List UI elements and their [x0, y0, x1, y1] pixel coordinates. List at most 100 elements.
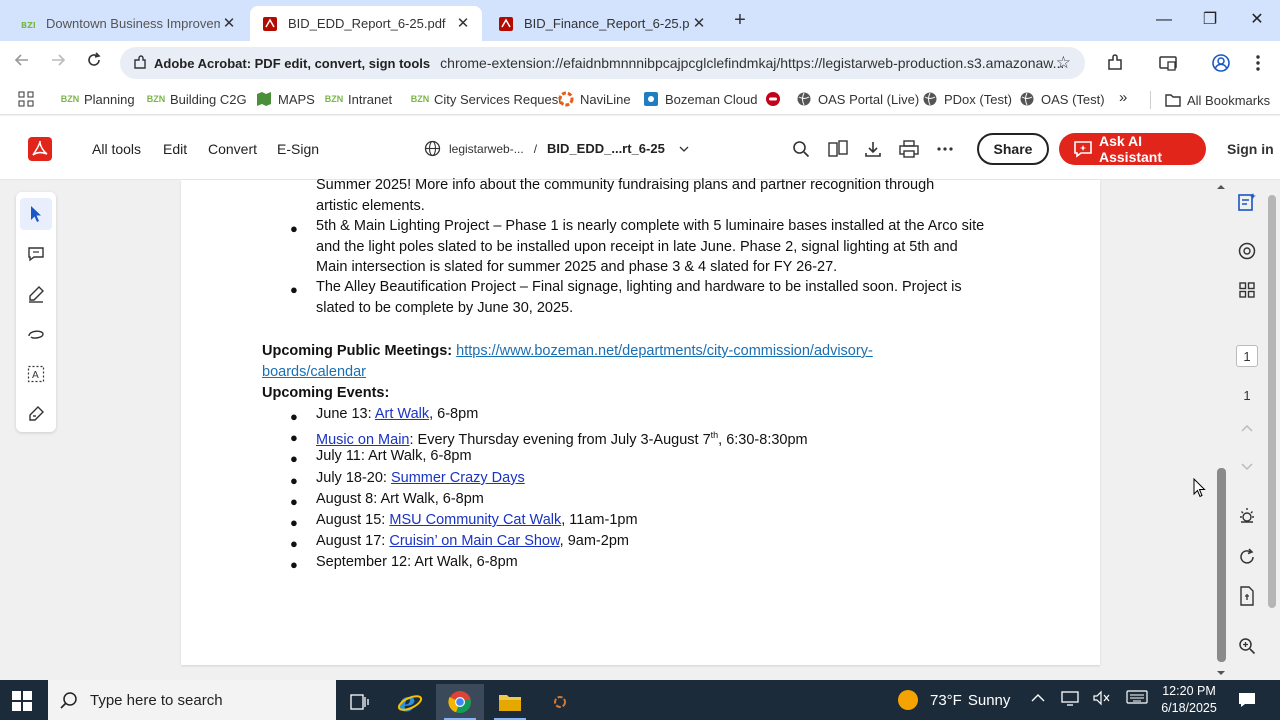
clock-time: 12:20 PM [1162, 684, 1216, 698]
bookmark-red-circle[interactable] [765, 91, 787, 107]
bookmark-oas-test[interactable]: OAS (Test) [1019, 91, 1105, 107]
scroll-down-arrow-icon [1217, 671, 1225, 675]
bzn-icon: BZN [60, 94, 80, 104]
bookmark-star-icon[interactable]: ☆ [1056, 53, 1071, 73]
menu-dots-icon[interactable] [1247, 52, 1269, 74]
tab-title: BID_EDD_Report_6-25.pdf [288, 16, 446, 31]
more-options-icon[interactable] [934, 138, 956, 160]
bookmark-maps[interactable]: MAPS [256, 91, 315, 107]
profile-icon[interactable] [1210, 52, 1232, 74]
address-bar[interactable]: Adobe Acrobat: PDF edit, convert, sign t… [120, 47, 1085, 79]
event-text: , 6-8pm [429, 406, 479, 422]
tab-bid-finance-report[interactable]: BID_Finance_Report_6-25.pdf ✕ [486, 6, 718, 41]
sign-in-link[interactable]: Sign in [1227, 141, 1274, 157]
system-clock[interactable]: 12:20 PM 6/18/2025 [1152, 683, 1226, 717]
tab-close-icon[interactable]: ✕ [220, 15, 238, 33]
tab-close-icon[interactable]: ✕ [690, 15, 708, 33]
weather-widget[interactable]: 73°F Sunny [898, 690, 1010, 710]
menu-edit[interactable]: Edit [163, 141, 187, 157]
maximize-button[interactable]: ❐ [1198, 8, 1222, 32]
select-cursor-icon[interactable] [20, 198, 52, 230]
tab-close-icon[interactable]: ✕ [454, 15, 472, 33]
notifications-icon[interactable] [1238, 691, 1256, 714]
menu-convert[interactable]: Convert [208, 141, 257, 157]
comments-icon[interactable] [1235, 239, 1259, 263]
draw-freeform-icon[interactable] [20, 318, 52, 350]
share-button[interactable]: Share [977, 133, 1049, 165]
page-thumbnails-icon[interactable] [827, 138, 849, 160]
acrobat-logo-icon[interactable] [28, 137, 52, 166]
next-page-icon[interactable] [1235, 455, 1259, 479]
tab-bid-edd-report[interactable]: BID_EDD_Report_6-25.pdf ✕ [250, 6, 482, 41]
event-link-cat-walk[interactable]: MSU Community Cat Walk [389, 512, 561, 528]
event-link-car-show[interactable]: Cruisin’ on Main Car Show [389, 533, 559, 549]
bookmark-pdox-test[interactable]: PDox (Test) [922, 91, 1012, 107]
app-orange-icon[interactable] [536, 684, 584, 720]
new-tab-button[interactable]: + [730, 10, 750, 30]
url-text[interactable]: chrome-extension://efaidnbmnnnibpcajpcgl… [440, 55, 1074, 71]
bookmark-label: OAS (Test) [1041, 91, 1105, 107]
network-icon[interactable] [1060, 690, 1080, 709]
ask-ai-assistant-button[interactable]: Ask AI Assistant [1059, 133, 1206, 165]
close-window-button[interactable]: ✕ [1245, 8, 1269, 32]
zoom-in-icon[interactable] [1235, 634, 1259, 658]
reload-button[interactable] [82, 51, 106, 75]
tab-downtown-business[interactable]: BZN Downtown Business Improveme ✕ [8, 6, 248, 41]
apps-grid-icon[interactable] [18, 91, 34, 107]
internet-explorer-icon[interactable]: e [386, 684, 434, 720]
bookmark-planning[interactable]: BZN Planning [60, 91, 135, 107]
chevron-down-icon[interactable] [679, 145, 689, 153]
taskbar-search-box[interactable]: Type here to search [48, 680, 336, 720]
highlight-pen-icon[interactable] [20, 278, 52, 310]
search-icon[interactable] [790, 138, 812, 160]
chrome-icon[interactable] [436, 684, 484, 720]
bookmark-intranet[interactable]: BZN Intranet [324, 91, 393, 107]
minimize-button[interactable]: — [1152, 8, 1176, 32]
rotate-icon[interactable] [1235, 545, 1259, 569]
file-explorer-icon[interactable] [486, 684, 534, 720]
ai-summary-icon[interactable] [1235, 190, 1259, 214]
windows-start-icon[interactable] [12, 691, 32, 716]
back-button[interactable] [10, 51, 34, 75]
page-scrollbar-thumb[interactable] [1268, 195, 1276, 608]
event-link-summer-crazy-days[interactable]: Summer Crazy Days [391, 470, 525, 486]
bookmark-label: OAS Portal (Live) [818, 91, 920, 107]
forward-button[interactable] [46, 51, 70, 75]
display-mode-icon[interactable] [1235, 504, 1259, 528]
keyboard-icon[interactable] [1126, 690, 1148, 707]
bookmark-bozeman-cloud[interactable]: Bozeman Cloud [643, 91, 758, 107]
bookmark-building-c2g[interactable]: BZN Building C2G [147, 91, 247, 107]
event-link-art-walk[interactable]: Art Walk [375, 406, 429, 422]
bookmark-label: Intranet [348, 91, 393, 107]
previous-page-icon[interactable] [1235, 416, 1259, 440]
task-view-icon[interactable] [336, 684, 384, 720]
event-text: August 17: [316, 533, 390, 549]
site-info-chip[interactable]: Adobe Acrobat: PDF edit, convert, sign t… [120, 55, 440, 71]
grid-view-icon[interactable] [1235, 278, 1259, 302]
all-bookmarks-button[interactable]: All Bookmarks [1150, 91, 1270, 109]
meetings-link[interactable]: https://www.bozeman.net/departments/city… [456, 343, 873, 359]
show-hidden-icons-chevron-icon[interactable] [1028, 690, 1048, 706]
event-text: July 11: Art Walk, 6-8pm [316, 448, 472, 464]
bookmark-city-services-request[interactable]: BZN City Services Request [411, 91, 562, 107]
meetings-link-cont[interactable]: boards/calendar [262, 364, 366, 380]
file-breadcrumb[interactable]: legistarweb-... / BID_EDD_...rt_6-25 [424, 140, 689, 157]
bookmark-oas-portal-live[interactable]: OAS Portal (Live) [796, 91, 919, 107]
cast-icon[interactable] [1157, 52, 1179, 74]
volume-muted-icon[interactable] [1091, 690, 1111, 709]
weather-temperature: 73°F [930, 691, 962, 709]
extensions-icon[interactable] [1104, 52, 1126, 74]
menu-all-tools[interactable]: All tools [92, 141, 141, 157]
bookmarks-overflow-button[interactable]: » [1119, 89, 1127, 106]
export-page-icon[interactable] [1235, 584, 1259, 608]
current-page-input[interactable]: 1 [1236, 345, 1258, 367]
bookmark-naviline[interactable]: NaviLine [558, 91, 631, 107]
download-icon[interactable] [862, 138, 884, 160]
fill-sign-icon[interactable] [20, 398, 52, 430]
menu-e-sign[interactable]: E-Sign [277, 141, 319, 157]
add-comment-icon[interactable] [20, 238, 52, 270]
bzn-icon: BZN [324, 94, 344, 104]
text-box-icon[interactable]: A [20, 358, 52, 390]
viewer-scrollbar-thumb[interactable] [1217, 468, 1226, 662]
print-icon[interactable] [898, 138, 920, 160]
